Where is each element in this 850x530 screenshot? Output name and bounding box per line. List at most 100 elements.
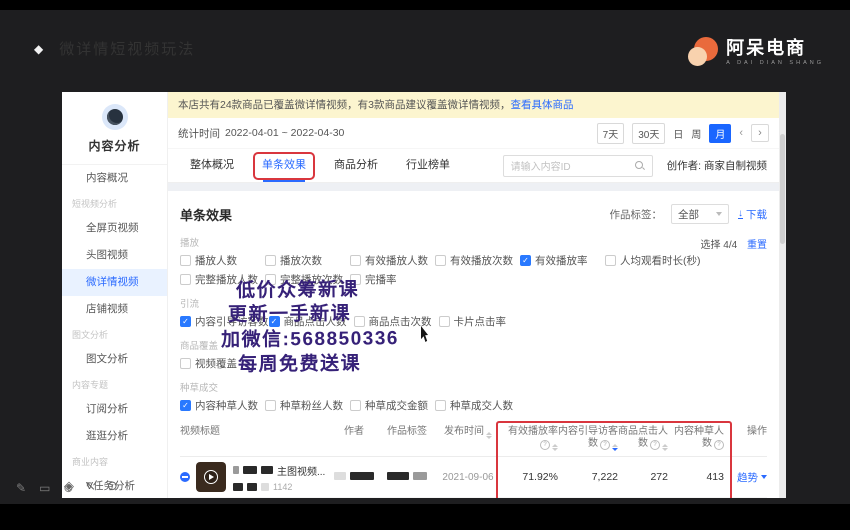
video-title[interactable]: 主图视频...: [277, 463, 325, 478]
video-thumbnail[interactable]: [196, 462, 226, 492]
info-icon[interactable]: ?: [540, 440, 550, 450]
column-header-作品标签: 作品标签: [378, 426, 436, 438]
chevron-right-icon[interactable]: ›: [751, 124, 769, 142]
tab-商品分析[interactable]: 商品分析: [334, 149, 378, 182]
tabs-bar: 整体概况单条效果商品分析行业榜单 请输入内容ID 创作者: 商家自制视频: [168, 148, 779, 183]
scrollbar[interactable]: [779, 92, 786, 498]
filter-checkbox-有效播放率[interactable]: ✓有效播放率: [520, 253, 605, 268]
checkbox-icon[interactable]: [605, 255, 616, 266]
download-button[interactable]: ↓ 下载: [738, 207, 767, 222]
coverage-notice-banner: 本店共有24款商品已覆盖微详情视频，有3款商品建议覆盖微详情视频，查看具体商品: [168, 92, 779, 118]
scrollbar-thumb[interactable]: [780, 134, 785, 244]
date-range-button[interactable]: 周: [691, 126, 701, 141]
filter-checkbox-有效播放人数[interactable]: 有效播放人数: [350, 253, 435, 268]
cursor-icon[interactable]: ↖: [85, 478, 96, 494]
date-range-button[interactable]: 日: [673, 126, 683, 141]
column-header-视频标题: 视频标题: [180, 426, 330, 438]
checkbox-icon[interactable]: [180, 274, 191, 285]
brand-name: 阿呆电商: [726, 39, 824, 58]
filter-checkbox-卡片点击率[interactable]: 卡片点击率: [439, 314, 524, 329]
board-icon[interactable]: ▭: [39, 481, 50, 495]
sidebar-item-逛逛分析[interactable]: 逛逛分析: [62, 423, 167, 450]
tag-filter-select[interactable]: 全部: [671, 204, 729, 224]
checkbox-icon[interactable]: [435, 400, 446, 411]
product-clicks-value: 272: [650, 471, 668, 483]
expand-row-icon[interactable]: [180, 472, 190, 482]
filter-label: 播放次数: [280, 253, 322, 268]
info-icon[interactable]: ?: [714, 440, 724, 450]
checkbox-icon[interactable]: [435, 255, 446, 266]
date-range-button[interactable]: 月: [709, 124, 731, 143]
view-products-link[interactable]: 查看具体商品: [511, 99, 574, 111]
pen-icon[interactable]: ✎: [16, 481, 26, 495]
analytics-window: 内容分析 内容概况短视频分析全屏页视频头图视频微详情视频店铺视频图文分析图文分析…: [62, 92, 786, 498]
search-icon[interactable]: [635, 161, 645, 171]
column-header-商品点击人数[interactable]: 商品点击人数?: [618, 426, 668, 451]
sidebar-section-label: 商业内容: [62, 450, 167, 473]
filter-checkbox-播放次数[interactable]: 播放次数: [265, 253, 350, 268]
creator-filter-label[interactable]: 创作者: 商家自制视频: [667, 158, 767, 173]
sort-icon[interactable]: [486, 432, 492, 439]
checkbox-checked-icon[interactable]: ✓: [180, 400, 191, 411]
tag-filter-value: 全部: [678, 207, 699, 222]
sidebar-item-店铺视频[interactable]: 店铺视频: [62, 296, 167, 323]
checkbox-icon[interactable]: [439, 316, 450, 327]
content-id-search-input[interactable]: 请输入内容ID: [503, 155, 653, 177]
filter-checkbox-播放人数[interactable]: 播放人数: [180, 253, 265, 268]
filter-checkbox-内容种草人数[interactable]: ✓ 内容种草人数: [180, 398, 265, 413]
publish-date: 2021-09-06: [442, 472, 493, 483]
checkbox-icon[interactable]: [180, 255, 191, 266]
redacted-block: [350, 472, 374, 480]
checkbox-icon[interactable]: [350, 255, 361, 266]
column-header-发布时间[interactable]: 发布时间: [436, 426, 500, 439]
annotation-toolbar-right: ◈ ↖ ⊙: [64, 478, 118, 494]
filter-checkbox-有效播放次数[interactable]: 有效播放次数: [435, 253, 520, 268]
avatar: [102, 104, 128, 130]
sidebar-item-订阅分析[interactable]: 订阅分析: [62, 396, 167, 423]
column-header-内容引导访客数[interactable]: 内容引导访客数?: [558, 426, 618, 451]
filter-checkbox-种草成交人数[interactable]: 种草成交人数: [435, 398, 520, 413]
info-icon[interactable]: ?: [600, 440, 610, 450]
column-header-作者: 作者: [330, 426, 378, 438]
watermark-line: 每周免费送课: [238, 348, 361, 376]
sidebar-section-label: 内容专题: [62, 373, 167, 396]
filter-checkbox-种草成交金额[interactable]: 种草成交金额: [350, 398, 435, 413]
filter-group-label: 播放: [180, 235, 767, 249]
date-range-button[interactable]: 30天: [632, 123, 665, 144]
sidebar-item-内容概况[interactable]: 内容概况: [62, 165, 167, 192]
filter-label: 种草粉丝人数: [280, 398, 343, 413]
tag-filter-label: 作品标签：: [610, 207, 663, 222]
filter-label: 人均观看时长(秒): [620, 253, 701, 268]
chevron-left-icon[interactable]: ‹: [739, 125, 743, 141]
tab-单条效果[interactable]: 单条效果: [262, 149, 306, 182]
filter-label: 内容种草人数: [195, 398, 258, 413]
date-range-label: 统计时间: [178, 126, 220, 141]
column-header-有效播放率[interactable]: 有效播放率?: [500, 426, 558, 451]
checkbox-icon[interactable]: [265, 400, 276, 411]
checkbox-icon[interactable]: [265, 255, 276, 266]
checkbox-icon[interactable]: [180, 358, 191, 369]
filter-checkbox-人均观看时长(秒)[interactable]: 人均观看时长(秒): [605, 253, 701, 268]
sidebar-item-图文分析[interactable]: 图文分析: [62, 346, 167, 373]
reset-button[interactable]: 重置: [747, 240, 767, 251]
banner-text: 本店共有24款商品已覆盖微详情视频，有3款商品建议覆盖微详情视频，: [178, 99, 511, 111]
filter-checkbox-完播率[interactable]: 完播率: [350, 272, 435, 287]
sidebar-item-头图视频[interactable]: 头图视频: [62, 242, 167, 269]
sidebar-item-微详情视频[interactable]: 微详情视频: [62, 269, 167, 296]
sidebar-section-label: 图文分析: [62, 323, 167, 346]
eraser-icon[interactable]: ◈: [64, 478, 74, 494]
tab-行业榜单[interactable]: 行业榜单: [406, 149, 450, 182]
filter-checkbox-种草粉丝人数[interactable]: 种草粉丝人数: [265, 398, 350, 413]
checkbox-icon[interactable]: [350, 400, 361, 411]
trend-action-link[interactable]: 趋势: [737, 470, 767, 485]
info-icon[interactable]: ?: [650, 440, 660, 450]
checkbox-checked-icon[interactable]: ✓: [520, 255, 531, 266]
date-range-button[interactable]: 7天: [597, 123, 625, 144]
laser-icon[interactable]: ⊙: [107, 478, 118, 494]
checkbox-checked-icon[interactable]: ✓: [180, 316, 191, 327]
panel-title: 单条效果: [180, 205, 232, 224]
sidebar-item-全屏页视频[interactable]: 全屏页视频: [62, 215, 167, 242]
tab-整体概况[interactable]: 整体概况: [190, 149, 234, 182]
redacted-block: [261, 483, 269, 491]
slide-title-text: 微详情短视频玩法: [59, 38, 195, 59]
